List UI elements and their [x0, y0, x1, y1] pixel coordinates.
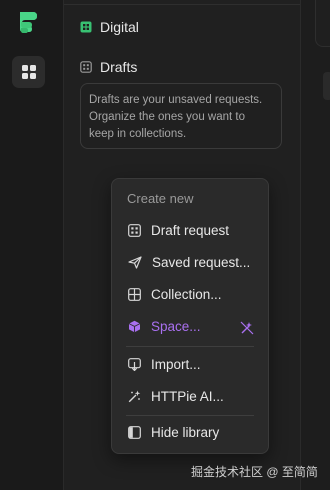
divider: [64, 4, 300, 5]
library-toggle-button[interactable]: [12, 56, 45, 88]
menu-item-hide-library[interactable]: Hide library: [128, 425, 219, 440]
menu-divider: [126, 346, 254, 347]
httpie-logo-icon[interactable]: [17, 10, 39, 36]
watermark-text: 掘金技术社区 @ 至简简: [191, 465, 318, 479]
menu-item-collection[interactable]: Collection...: [128, 287, 222, 302]
left-rail: [0, 0, 64, 490]
menu-item-draft-request[interactable]: Draft request: [128, 223, 229, 238]
menu-item-label: Draft request: [151, 223, 230, 238]
main-pane-edge: [300, 0, 330, 490]
sidebar-item-drafts[interactable]: Drafts: [80, 59, 137, 75]
menu-divider: [126, 415, 254, 416]
grid-icon: [80, 61, 92, 73]
menu-item-space[interactable]: Space...: [128, 319, 201, 334]
menu-item-label: Hide library: [151, 425, 220, 440]
pane-handle: [323, 72, 330, 100]
menu-item-import[interactable]: Import...: [128, 357, 201, 372]
sidebar-item-label: Drafts: [100, 59, 138, 75]
menu-item-label: Collection...: [151, 287, 222, 302]
sidebar-item-label: Digital: [100, 19, 139, 35]
magic-wand-icon: [128, 390, 141, 403]
grid-icon: [80, 21, 92, 33]
drafts-info-note: Drafts are your unsaved requests. Organi…: [80, 83, 282, 149]
menu-item-label: Space...: [151, 319, 201, 334]
cube-icon: [128, 320, 141, 333]
menu-item-label: Import...: [151, 357, 201, 372]
sidebar-icon: [128, 426, 141, 439]
magic-sparkle-icon: [240, 321, 254, 335]
draft-grid-icon: [128, 224, 141, 237]
pane-corner: [315, 0, 330, 47]
menu-item-saved-request[interactable]: Saved request...: [128, 255, 250, 270]
create-new-menu: Create new Draft request Saved request..…: [111, 178, 269, 454]
sidebar-item-digital[interactable]: Digital: [80, 19, 139, 35]
app-window: Digital Drafts Drafts are your unsaved r…: [0, 0, 330, 490]
collection-icon: [128, 288, 141, 301]
menu-item-httpie-ai[interactable]: HTTPie AI...: [128, 389, 224, 404]
menu-item-label: Saved request...: [152, 255, 251, 270]
send-icon: [128, 256, 142, 269]
import-icon: [128, 358, 141, 371]
apps-grid-icon: [21, 65, 36, 79]
menu-title: Create new: [127, 191, 194, 206]
menu-item-label: HTTPie AI...: [151, 389, 224, 404]
